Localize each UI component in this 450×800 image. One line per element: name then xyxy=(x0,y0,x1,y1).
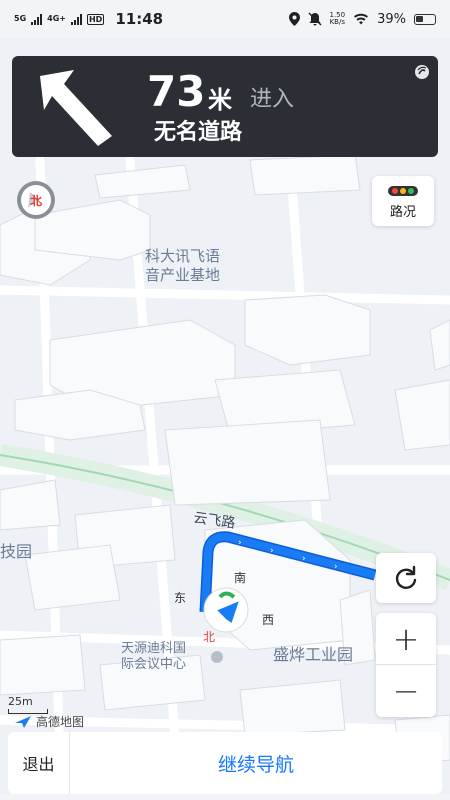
hd-badge: HD xyxy=(86,13,105,25)
zoom-control: + − xyxy=(376,613,436,717)
traffic-light-icon xyxy=(388,186,418,196)
location-icon xyxy=(288,12,300,26)
direction-west: 西 xyxy=(262,613,274,627)
home-indicator xyxy=(0,794,450,800)
turn-guidance-card[interactable]: 73 米 进入 无名道路 xyxy=(12,56,438,157)
status-right: 1.50 KB/s 39% xyxy=(288,11,436,27)
poi-tianyuandi-line2: 际会议中心 xyxy=(121,657,186,672)
signal-bars-icon xyxy=(31,13,43,25)
status-bar: 5G 4G+ HD 11:48 1.50 KB/s 39% xyxy=(0,0,450,38)
battery-percent: 39% xyxy=(377,11,406,27)
direction-south: 南 xyxy=(234,570,246,585)
refresh-icon xyxy=(395,565,417,589)
turn-left-arrow-icon xyxy=(40,70,112,146)
svg-text:›: › xyxy=(302,554,306,564)
wifi-icon xyxy=(354,13,369,25)
status-time: 11:48 xyxy=(115,10,164,28)
distance-value: 73 xyxy=(147,67,206,116)
svg-text:›: › xyxy=(334,562,338,572)
zoom-out-button[interactable]: − xyxy=(376,665,436,717)
zoom-in-button[interactable]: + xyxy=(376,613,436,665)
amap-logo: 高德地图 xyxy=(14,713,84,730)
net-4g-label: 4G+ xyxy=(47,14,66,23)
area-label-left: 技园 xyxy=(0,542,32,561)
net-5g-label: 5G xyxy=(14,14,27,23)
poi-tianyuandi-line1: 天源迪科国 xyxy=(121,641,186,656)
voice-broadcast-icon[interactable] xyxy=(414,64,430,80)
net-speed-unit: KB/s xyxy=(329,18,345,26)
svg-text:›: › xyxy=(238,538,242,548)
battery-icon xyxy=(414,13,436,25)
traffic-toggle-button[interactable]: 路况 xyxy=(372,176,434,226)
distance-unit: 米 xyxy=(208,86,232,114)
svg-text:›: › xyxy=(270,546,274,556)
mute-icon xyxy=(307,12,322,26)
bottom-action-bar: 退出 继续导航 xyxy=(0,732,450,794)
network-indicators: 5G 4G+ HD 11:48 xyxy=(14,10,163,28)
amap-logo-icon xyxy=(15,715,31,728)
next-road-name: 无名道路 xyxy=(154,120,243,145)
scale-label: 25m xyxy=(8,695,33,708)
turn-action: 进入 xyxy=(250,87,295,112)
poi-shengye: 盛烨工业园 xyxy=(273,645,353,664)
poi-iflytek-line1: 科大讯飞语 xyxy=(145,247,220,265)
logo-text: 高德地图 xyxy=(36,715,85,729)
exit-navigation-button[interactable]: 退出 xyxy=(8,732,70,794)
refresh-route-button[interactable] xyxy=(376,553,436,603)
net-speed: 1.50 KB/s xyxy=(330,12,346,26)
compass-icon[interactable]: 北 xyxy=(12,178,60,222)
signal-bars-icon-2 xyxy=(70,13,82,25)
continue-navigation-button[interactable]: 继续导航 xyxy=(70,732,442,794)
compass-north-label: 北 xyxy=(30,193,42,208)
direction-north: 北 xyxy=(203,630,215,644)
poi-iflytek-line2: 音产业基地 xyxy=(145,266,220,284)
map-scale: 25m xyxy=(8,695,48,714)
traffic-label: 路况 xyxy=(389,205,416,220)
direction-east: 东 xyxy=(174,591,186,605)
